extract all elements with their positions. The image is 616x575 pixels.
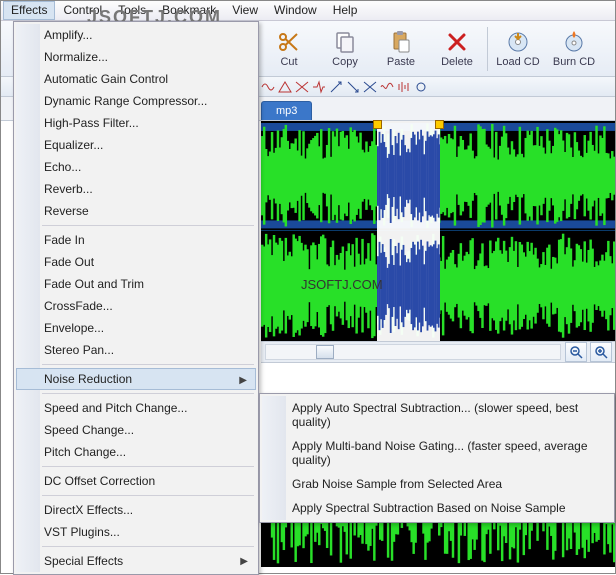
- dsp-icon[interactable]: [329, 80, 343, 94]
- submenu-arrow-icon: ▶: [239, 375, 247, 386]
- menu-separator: [42, 466, 254, 467]
- menu-separator: [42, 393, 254, 394]
- toolbar-separator: [487, 27, 488, 71]
- menu-highpass[interactable]: High-Pass Filter...: [16, 112, 256, 134]
- submenu-arrow-icon: ▶: [240, 556, 248, 567]
- menu-normalize[interactable]: Normalize...: [16, 46, 256, 68]
- menu-echo[interactable]: Echo...: [16, 156, 256, 178]
- cd-load-icon: [506, 30, 530, 54]
- delete-icon: [445, 30, 469, 54]
- dsp-icon[interactable]: [363, 80, 377, 94]
- menu-vst[interactable]: VST Plugins...: [16, 521, 256, 543]
- menu-dc-offset[interactable]: DC Offset Correction: [16, 470, 256, 492]
- zoom-in-button[interactable]: [590, 342, 612, 362]
- menu-effects[interactable]: Effects: [3, 1, 55, 20]
- noise-reduction-submenu: Apply Auto Spectral Subtraction... (slow…: [259, 393, 615, 523]
- dsp-icon[interactable]: [380, 80, 394, 94]
- menu-equalizer[interactable]: Equalizer...: [16, 134, 256, 156]
- menu-fadein[interactable]: Fade In: [16, 229, 256, 251]
- load-cd-button[interactable]: Load CD: [490, 23, 546, 75]
- menu-speed-pitch[interactable]: Speed and Pitch Change...: [16, 397, 256, 419]
- menu-envelope[interactable]: Envelope...: [16, 317, 256, 339]
- paste-icon: [389, 30, 413, 54]
- menu-special-effects[interactable]: Special Effects▶: [16, 550, 256, 572]
- menu-window[interactable]: Window: [266, 1, 325, 20]
- paste-button[interactable]: Paste: [373, 23, 429, 75]
- zoom-out-button[interactable]: [565, 342, 587, 362]
- menu-speed[interactable]: Speed Change...: [16, 419, 256, 441]
- submenu-auto-spectral[interactable]: Apply Auto Spectral Subtraction... (slow…: [262, 396, 612, 434]
- delete-button[interactable]: Delete: [429, 23, 485, 75]
- waveform-main[interactable]: [261, 121, 615, 341]
- menu-pitch[interactable]: Pitch Change...: [16, 441, 256, 463]
- menu-help[interactable]: Help: [325, 1, 366, 20]
- dsp-icon[interactable]: [397, 80, 411, 94]
- menu-view[interactable]: View: [224, 1, 266, 20]
- watermark: JSOFTJ.COM: [301, 277, 383, 292]
- copy-button[interactable]: Copy: [317, 23, 373, 75]
- zoom-in-icon: [594, 345, 608, 359]
- menu-separator: [42, 225, 254, 226]
- dsp-icon[interactable]: [278, 80, 292, 94]
- menu-agc[interactable]: Automatic Gain Control: [16, 68, 256, 90]
- copy-icon: [333, 30, 357, 54]
- zoom-out-icon: [569, 345, 583, 359]
- dsp-icon[interactable]: [295, 80, 309, 94]
- dsp-icon[interactable]: [312, 80, 326, 94]
- dsp-icon[interactable]: [261, 80, 275, 94]
- menu-noise-reduction[interactable]: Noise Reduction▶: [16, 368, 256, 390]
- burn-cd-button[interactable]: Burn CD: [546, 23, 602, 75]
- dsp-icon[interactable]: [414, 80, 428, 94]
- scissors-icon: [277, 30, 301, 54]
- cut-button[interactable]: Cut: [261, 23, 317, 75]
- menu-stereopan[interactable]: Stereo Pan...: [16, 339, 256, 361]
- horizontal-scroll-bar: [261, 341, 615, 363]
- menu-separator: [42, 495, 254, 496]
- menu-crossfade[interactable]: CrossFade...: [16, 295, 256, 317]
- menu-reverb[interactable]: Reverb...: [16, 178, 256, 200]
- scroll-thumb[interactable]: [316, 345, 334, 359]
- selection-wave-icon: [377, 121, 440, 341]
- selection-region[interactable]: [377, 121, 440, 341]
- submenu-grab-sample[interactable]: Grab Noise Sample from Selected Area: [262, 472, 612, 496]
- menu-directx[interactable]: DirectX Effects...: [16, 499, 256, 521]
- submenu-spectral-sample[interactable]: Apply Spectral Subtraction Based on Nois…: [262, 496, 612, 520]
- submenu-gutter: [262, 396, 286, 520]
- cd-burn-icon: [562, 30, 586, 54]
- menu-separator: [42, 546, 254, 547]
- menu-reverse[interactable]: Reverse: [16, 200, 256, 222]
- submenu-multiband-gating[interactable]: Apply Multi-band Noise Gating... (faster…: [262, 434, 612, 472]
- scroll-track[interactable]: [265, 344, 561, 360]
- dsp-icon[interactable]: [346, 80, 360, 94]
- menu-separator: [42, 364, 254, 365]
- menu-drc[interactable]: Dynamic Range Compressor...: [16, 90, 256, 112]
- menu-fadeout-trim[interactable]: Fade Out and Trim: [16, 273, 256, 295]
- menu-amplify[interactable]: Amplify...: [16, 24, 256, 46]
- effects-dropdown: Amplify... Normalize... Automatic Gain C…: [13, 21, 259, 575]
- menu-fadeout[interactable]: Fade Out: [16, 251, 256, 273]
- file-tab[interactable]: mp3: [261, 101, 312, 120]
